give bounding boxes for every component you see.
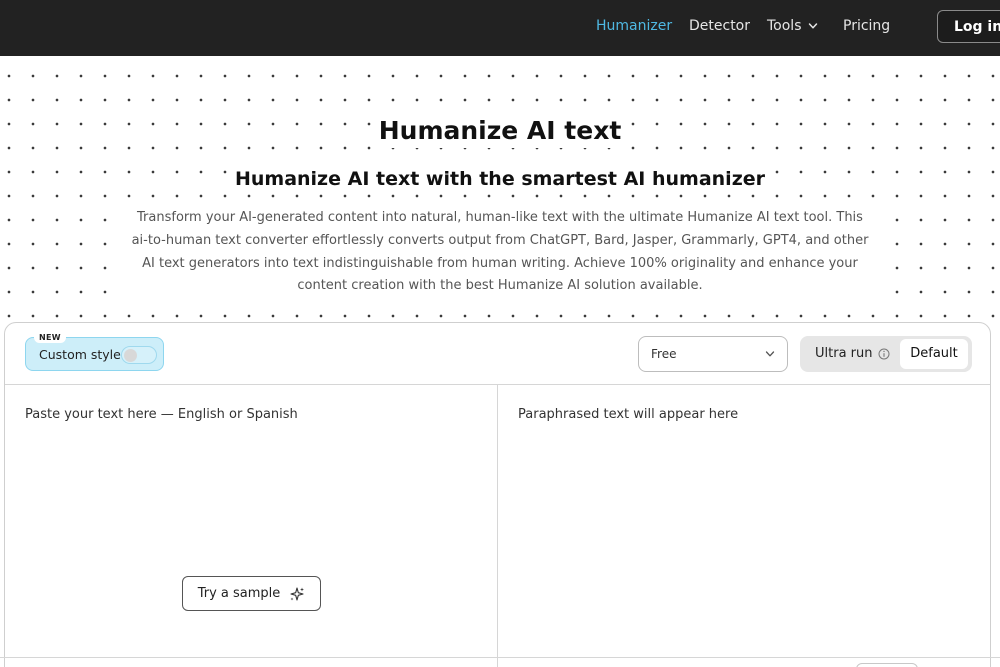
nav-link-tools-label: Tools xyxy=(767,18,802,34)
bottom-tab-stub xyxy=(856,663,918,667)
chevron-down-icon xyxy=(765,351,775,357)
try-sample-label: Try a sample xyxy=(197,586,281,601)
plan-select-value: Free xyxy=(651,347,677,361)
info-icon[interactable] xyxy=(878,348,890,360)
sparkle-icon xyxy=(290,586,305,601)
new-badge: NEW xyxy=(34,332,66,343)
bottom-divider xyxy=(0,657,1000,658)
nav-link-pricing[interactable]: Pricing xyxy=(843,18,890,34)
page-subtitle: Humanize AI text with the smartest AI hu… xyxy=(226,166,774,192)
login-button[interactable]: Log in xyxy=(937,10,1000,43)
input-pane: Try a sample xyxy=(5,385,498,667)
editor-toolbar: NEW Custom style Free Ultra run Default xyxy=(5,323,990,385)
plan-select[interactable]: Free xyxy=(638,336,788,372)
output-placeholder: Paraphrased text will appear here xyxy=(518,407,739,422)
hero-description: Transform your AI-generated content into… xyxy=(125,207,875,299)
nav-link-humanizer[interactable]: Humanizer xyxy=(596,18,672,34)
toggle-knob xyxy=(124,349,137,362)
humanizer-editor-card: NEW Custom style Free Ultra run Default xyxy=(4,322,991,667)
nav-link-detector[interactable]: Detector xyxy=(689,18,750,34)
custom-style-label: Custom style xyxy=(39,347,121,362)
hero-section: Humanize AI text Humanize AI text with t… xyxy=(0,56,1000,322)
custom-style-control[interactable]: NEW Custom style xyxy=(25,332,164,371)
page-title: Humanize AI text xyxy=(370,114,630,148)
ultra-run-option[interactable]: Ultra run xyxy=(815,346,890,361)
ultra-run-label: Ultra run xyxy=(815,346,873,361)
top-nav-bar: Humanizer Detector Tools Pricing Log in xyxy=(0,0,1000,56)
try-sample-button[interactable]: Try a sample xyxy=(182,576,321,611)
input-textarea[interactable] xyxy=(25,407,475,567)
custom-style-toggle[interactable] xyxy=(121,346,157,364)
chevron-down-icon xyxy=(808,23,817,29)
nav-link-tools[interactable]: Tools xyxy=(767,18,818,34)
mode-switch: Ultra run Default xyxy=(800,336,972,372)
default-mode-button[interactable]: Default xyxy=(900,339,968,369)
output-pane: Paraphrased text will appear here xyxy=(498,385,990,667)
